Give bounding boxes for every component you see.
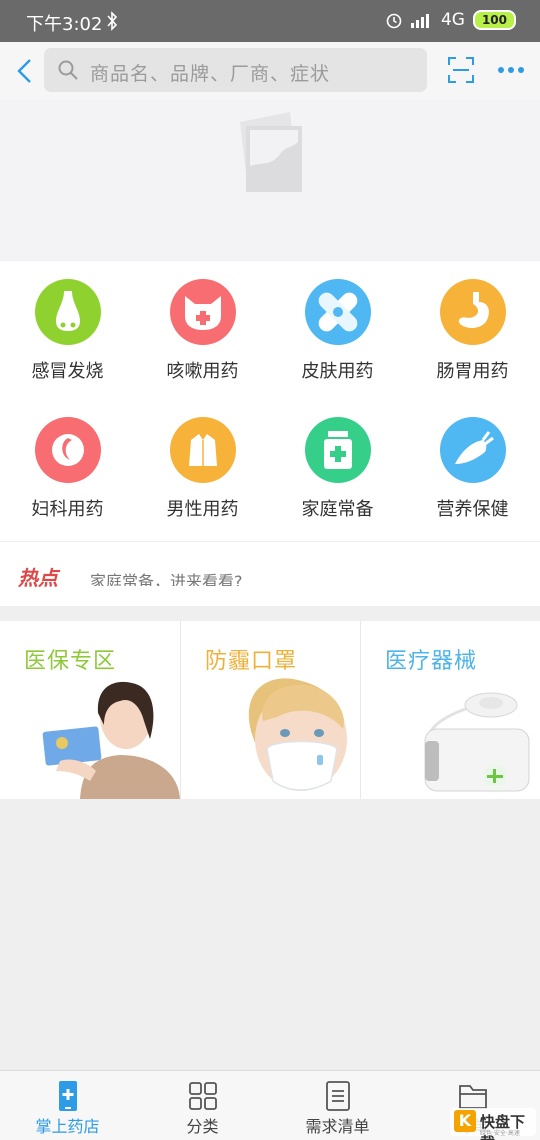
phone-plus-icon	[59, 1081, 77, 1111]
back-arrow-icon[interactable]	[12, 56, 36, 86]
tab-label: 掌上药店	[35, 1117, 100, 1136]
category-label: 男性用药	[166, 499, 239, 520]
scan-icon[interactable]	[447, 56, 475, 84]
signal-icon	[410, 14, 429, 28]
status-time: 下午3:02	[26, 14, 103, 35]
alarm-icon	[386, 13, 402, 29]
category-men[interactable]: 男性用药	[135, 417, 270, 521]
category-nutrition[interactable]: 营养保健	[405, 417, 540, 521]
grid-icon	[189, 1082, 217, 1110]
status-right: 4G 100	[385, 10, 516, 30]
hot-logo: 热点	[18, 566, 58, 590]
tab-pharmacy[interactable]: 掌上药店	[0, 1071, 135, 1140]
category-household[interactable]: 家庭常备	[270, 417, 405, 521]
battery-icon: 100	[472, 10, 516, 30]
watermark-sub: 绿色·安全·高速	[480, 1130, 520, 1137]
stomach-icon	[439, 279, 506, 345]
category-cough[interactable]: 咳嗽用药	[135, 279, 270, 383]
promo-row: 医保专区 防霾口罩 医疗器械	[0, 621, 540, 799]
category-label: 皮肤用药	[301, 361, 374, 382]
tab-label: 需求清单	[305, 1117, 370, 1136]
category-label: 妇科用药	[31, 499, 104, 520]
category-label: 营养保健	[436, 499, 509, 520]
watermark-logo: K 快盘下载 绿色·安全·高速	[450, 1108, 536, 1140]
banner[interactable]	[0, 100, 540, 260]
watermark-k: K	[454, 1110, 476, 1132]
search-placeholder: 商品名、品牌、厂商、症状	[90, 63, 331, 85]
hot-text: 家庭常备，进来看看?	[90, 572, 243, 586]
bluetooth-icon	[107, 11, 118, 31]
category-cold-fever[interactable]: 感冒发烧	[0, 279, 135, 383]
carrot-icon	[439, 417, 506, 483]
image-placeholder-icon	[240, 112, 302, 192]
nose-icon	[34, 279, 101, 345]
more-icon[interactable]	[497, 64, 525, 76]
category-grid: 感冒发烧 咳嗽用药 皮肤用药 肠胃用药 妇科用药 男性用药 家庭常备 营养保健	[0, 261, 540, 541]
category-label: 咳嗽用药	[166, 361, 239, 382]
status-bar: 下午3:02 4G 100	[0, 0, 540, 42]
shirt-icon	[169, 417, 236, 483]
category-label: 感冒发烧	[31, 361, 104, 382]
tab-label: 分类	[186, 1117, 219, 1136]
category-label: 肠胃用药	[436, 361, 509, 382]
network-type: 4G	[440, 10, 465, 30]
search-header: 商品名、品牌、厂商、症状	[0, 42, 540, 100]
hot-text-clip: 家庭常备，进来看看?	[90, 572, 290, 586]
promo-anti-smog-mask[interactable]: 防霾口罩	[180, 621, 360, 799]
promo-medical-insurance[interactable]: 医保专区	[0, 621, 180, 799]
search-icon	[58, 60, 78, 80]
tab-demand-list[interactable]: 需求清单	[270, 1071, 405, 1140]
promo-medical-devices[interactable]: 医疗器械	[360, 621, 540, 799]
category-stomach[interactable]: 肠胃用药	[405, 279, 540, 383]
category-gynecology[interactable]: 妇科用药	[0, 417, 135, 521]
category-label: 家庭常备	[301, 499, 374, 520]
category-skin[interactable]: 皮肤用药	[270, 279, 405, 383]
hot-news-bar[interactable]: 热点 家庭常备，进来看看?	[0, 542, 540, 606]
woman-with-card-image	[42, 681, 180, 799]
cat-medicine-icon	[169, 279, 236, 345]
bandage-icon	[304, 279, 371, 345]
child-with-mask-image	[248, 678, 347, 791]
womb-icon	[34, 417, 101, 483]
medical-device-image	[424, 692, 530, 792]
tab-category[interactable]: 分类	[135, 1071, 270, 1140]
folder-icon	[459, 1085, 487, 1109]
search-input[interactable]: 商品名、品牌、厂商、症状	[44, 48, 427, 92]
list-icon	[326, 1081, 350, 1111]
medicine-bottle-icon	[304, 417, 371, 483]
